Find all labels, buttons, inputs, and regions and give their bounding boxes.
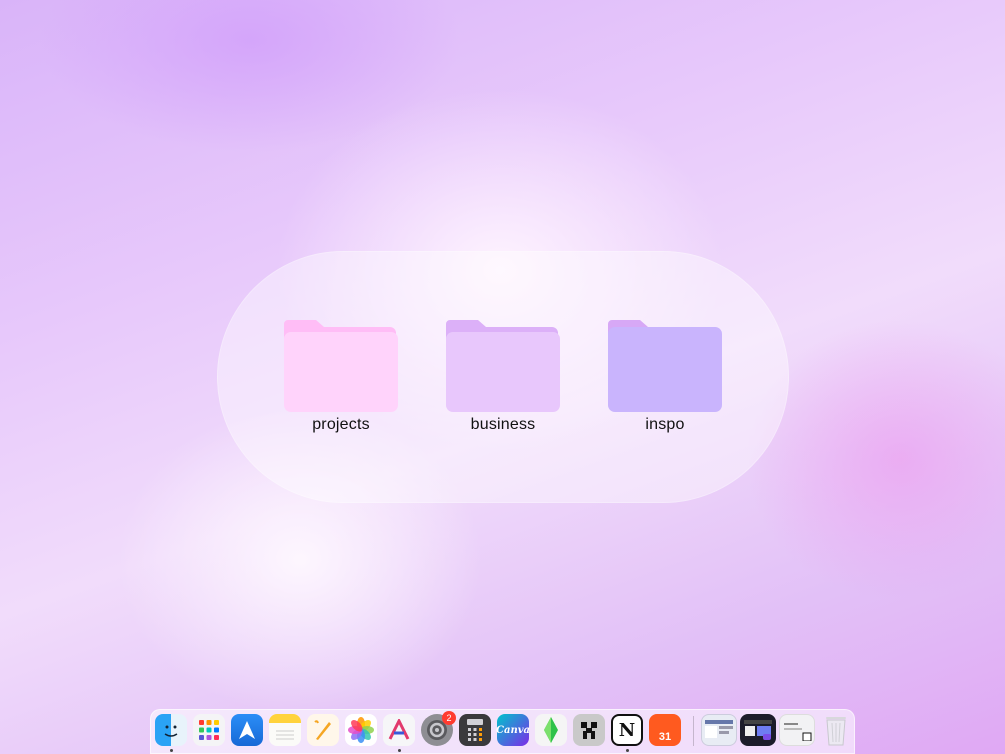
calendar-icon[interactable]: 31 — [649, 714, 681, 746]
notes-icon[interactable] — [269, 714, 301, 746]
folder-projects[interactable]: projects — [284, 318, 398, 434]
folder-label: inspo — [645, 416, 685, 433]
creeper-icon[interactable] — [573, 714, 605, 746]
calculator-icon[interactable] — [459, 714, 491, 746]
folder-icon — [284, 320, 398, 412]
running-indicator — [626, 749, 629, 752]
folder-inspo[interactable]: inspo — [608, 318, 722, 434]
finder-icon[interactable] — [155, 714, 187, 746]
folder-icon — [446, 320, 560, 412]
running-indicator — [398, 749, 401, 752]
pages-icon[interactable] — [307, 714, 339, 746]
paper-plane-icon[interactable] — [231, 714, 263, 746]
running-indicator — [170, 749, 173, 752]
dock-separator — [693, 716, 694, 746]
plumbob-icon[interactable] — [535, 714, 567, 746]
trash-icon[interactable] — [820, 714, 852, 746]
affinity-icon[interactable] — [383, 714, 415, 746]
folder-label: business — [470, 416, 536, 433]
launchpad-icon[interactable] — [193, 714, 225, 746]
photos-icon[interactable] — [345, 714, 377, 746]
window-thumbnail[interactable] — [740, 714, 776, 746]
notification-badge: 2 — [442, 711, 456, 725]
folder-business[interactable]: business — [446, 318, 560, 434]
window-thumbnail[interactable] — [701, 714, 737, 746]
notion-icon[interactable]: N — [611, 714, 643, 746]
window-thumbnail[interactable] — [779, 714, 815, 746]
folder-label: projects — [312, 416, 370, 433]
canva-icon[interactable]: Canva — [496, 714, 530, 746]
folder-icon — [608, 320, 722, 412]
